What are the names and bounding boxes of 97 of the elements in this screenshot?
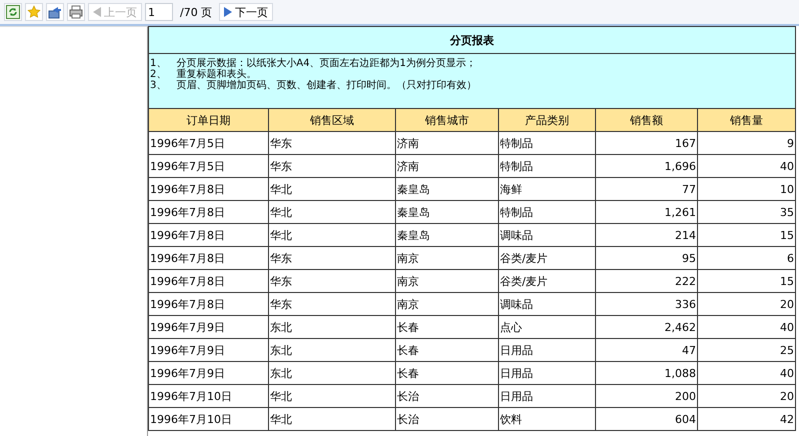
table-cell: 222	[596, 270, 698, 292]
table-cell: 南京	[396, 292, 498, 316]
table-cell: 华北	[268, 224, 396, 246]
table-cell: 日用品	[498, 338, 596, 362]
table-cell: 日用品	[498, 384, 596, 408]
table-cell: 东北	[268, 316, 396, 338]
table-cell: 东北	[268, 338, 396, 362]
table-cell: 1996年7月10日	[148, 408, 268, 430]
table-cell: 1,696	[596, 154, 698, 178]
table-cell: 调味品	[498, 224, 596, 246]
table-cell: 南京	[396, 246, 498, 270]
note-line: 2、 重复标题和表头。	[150, 69, 258, 80]
table-cell: 20	[698, 292, 796, 316]
table-cell: 济南	[396, 132, 498, 154]
table-cell: 1996年7月9日	[148, 338, 268, 362]
table-cell: 77	[596, 178, 698, 200]
table-cell: 饮料	[498, 408, 596, 430]
refresh-icon[interactable]	[4, 3, 22, 21]
table-cell: 秦皇岛	[396, 178, 498, 200]
column-header: 订单日期	[148, 108, 268, 132]
table-cell: 1996年7月8日	[148, 200, 268, 224]
table-cell: 25	[698, 338, 796, 362]
table-cell: 40	[698, 362, 796, 384]
table-cell: 1,261	[596, 200, 698, 224]
table-cell: 华东	[268, 132, 396, 154]
table-cell: 167	[596, 132, 698, 154]
table-cell: 华北	[268, 200, 396, 224]
table-cell: 40	[698, 316, 796, 338]
table-cell: 谷类/麦片	[498, 270, 596, 292]
table-cell: 336	[596, 292, 698, 316]
table-cell: 南京	[396, 270, 498, 292]
table-cell: 95	[596, 246, 698, 270]
table-cell: 秦皇岛	[396, 224, 498, 246]
table-cell: 特制品	[498, 200, 596, 224]
table-cell: 42	[698, 408, 796, 430]
export-icon[interactable]	[46, 3, 64, 21]
table-cell: 47	[596, 338, 698, 362]
table-cell: 特制品	[498, 154, 596, 178]
column-header: 产品类别	[498, 108, 596, 132]
table-cell: 1996年7月5日	[148, 154, 268, 178]
table-cell: 华北	[268, 408, 396, 430]
table-cell: 华东	[268, 292, 396, 316]
page-number-field[interactable]: 1	[145, 3, 173, 21]
page-total: /70 页	[179, 4, 214, 20]
table-cell: 1996年7月9日	[148, 316, 268, 338]
table-cell: 1996年7月8日	[148, 292, 268, 316]
column-header: 销售量	[698, 108, 796, 132]
table-cell: 1,088	[596, 362, 698, 384]
table-cell: 15	[698, 224, 796, 246]
table-cell: 214	[596, 224, 698, 246]
table-cell: 1996年7月8日	[148, 246, 268, 270]
note-line: 3、 页眉、页脚增加页码、页数、创建者、打印时间。（只对打印有效）	[150, 80, 478, 91]
table-cell: 长治	[396, 408, 498, 430]
report-title: 分页报表	[148, 26, 796, 54]
column-header: 销售城市	[396, 108, 498, 132]
table-cell: 华东	[268, 154, 396, 178]
table-cell: 10	[698, 178, 796, 200]
table-cell: 2,462	[596, 316, 698, 338]
table-cell: 40	[698, 154, 796, 178]
table-cell: 点心	[498, 316, 596, 338]
table-cell: 长春	[396, 338, 498, 362]
table-cell: 6	[698, 246, 796, 270]
column-header: 销售额	[596, 108, 698, 132]
table-cell: 1996年7月5日	[148, 132, 268, 154]
table-cell: 济南	[396, 154, 498, 178]
note-line: 1、 分页展示数据：以纸张大小A4、页面左右边距都为1为例分页显示；	[150, 58, 477, 69]
printer-icon[interactable]	[67, 3, 85, 21]
table-cell: 华东	[268, 246, 396, 270]
next-page-button[interactable]: 下一页	[219, 3, 274, 21]
table-cell: 秦皇岛	[396, 200, 498, 224]
table-cell: 华北	[268, 384, 396, 408]
table-cell: 谷类/麦片	[498, 246, 596, 270]
table-cell: 1996年7月10日	[148, 384, 268, 408]
table-cell: 长春	[396, 362, 498, 384]
table-cell: 9	[698, 132, 796, 154]
left-triangle-icon	[93, 7, 101, 17]
column-header: 销售区域	[268, 108, 396, 132]
table-cell: 特制品	[498, 132, 596, 154]
table-cell: 调味品	[498, 292, 596, 316]
table-cell: 长治	[396, 384, 498, 408]
table-cell: 200	[596, 384, 698, 408]
table-cell: 20	[698, 384, 796, 408]
table-cell: 15	[698, 270, 796, 292]
right-triangle-icon	[224, 7, 232, 17]
table-cell: 华东	[268, 270, 396, 292]
table-cell: 1996年7月8日	[148, 224, 268, 246]
table-cell: 东北	[268, 362, 396, 384]
table-cell: 长春	[396, 316, 498, 338]
table-cell: 35	[698, 200, 796, 224]
table-cell: 1996年7月8日	[148, 178, 268, 200]
table-cell: 1996年7月8日	[148, 270, 268, 292]
table-cell: 1996年7月9日	[148, 362, 268, 384]
star-icon[interactable]	[25, 3, 43, 21]
table-cell: 海鲜	[498, 178, 596, 200]
table-cell: 604	[596, 408, 698, 430]
table-cell: 日用品	[498, 362, 596, 384]
table-cell: 华北	[268, 178, 396, 200]
